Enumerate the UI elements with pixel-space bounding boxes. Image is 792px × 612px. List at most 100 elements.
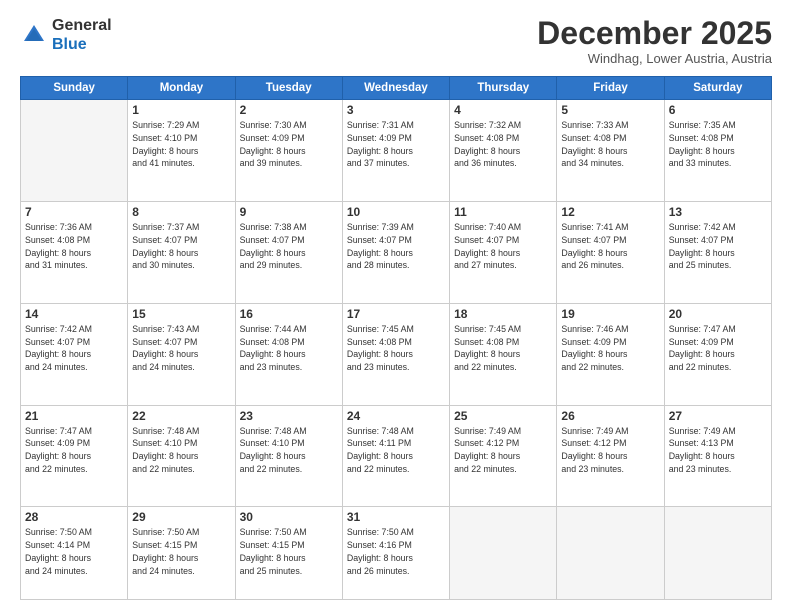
calendar-cell: 14Sunrise: 7:42 AMSunset: 4:07 PMDayligh… xyxy=(21,303,128,405)
day-number: 8 xyxy=(132,205,230,219)
month-title: December 2025 xyxy=(537,16,772,51)
day-info: Sunrise: 7:49 AMSunset: 4:12 PMDaylight:… xyxy=(454,425,552,476)
day-header-sunday: Sunday xyxy=(21,77,128,100)
day-info: Sunrise: 7:48 AMSunset: 4:10 PMDaylight:… xyxy=(132,425,230,476)
calendar-cell: 16Sunrise: 7:44 AMSunset: 4:08 PMDayligh… xyxy=(235,303,342,405)
day-number: 17 xyxy=(347,307,445,321)
day-number: 30 xyxy=(240,510,338,524)
title-block: December 2025 Windhag, Lower Austria, Au… xyxy=(537,16,772,66)
calendar-week-5: 28 Sunrise: 7:50 AMSunset: 4:14 PMDayligh… xyxy=(21,507,772,600)
calendar-cell: 10 Sunrise: 7:39 AMSunset: 4:07 PMDayligh… xyxy=(342,202,449,304)
day-info: Sunrise: 7:47 AMSunset: 4:09 PMDaylight:… xyxy=(25,425,123,476)
day-number: 11 xyxy=(454,205,552,219)
day-info: Sunrise: 7:39 AMSunset: 4:07 PMDaylight:… xyxy=(347,221,445,272)
day-info: Sunrise: 7:40 AMSunset: 4:07 PMDaylight:… xyxy=(454,221,552,272)
calendar-cell: 28 Sunrise: 7:50 AMSunset: 4:14 PMDayligh… xyxy=(21,507,128,600)
day-number: 3 xyxy=(347,103,445,117)
calendar-cell: 15Sunrise: 7:43 AMSunset: 4:07 PMDayligh… xyxy=(128,303,235,405)
logo: General Blue xyxy=(20,16,112,54)
day-info: Sunrise: 7:45 AMSunset: 4:08 PMDaylight:… xyxy=(347,323,445,374)
calendar-cell: 3Sunrise: 7:31 AMSunset: 4:09 PMDaylight… xyxy=(342,100,449,202)
day-info: Sunrise: 7:38 AMSunset: 4:07 PMDaylight:… xyxy=(240,221,338,272)
day-number: 20 xyxy=(669,307,767,321)
day-header-thursday: Thursday xyxy=(450,77,557,100)
day-header-friday: Friday xyxy=(557,77,664,100)
calendar-table: SundayMondayTuesdayWednesdayThursdayFrid… xyxy=(20,76,772,600)
calendar-cell: 18 Sunrise: 7:45 AMSunset: 4:08 PMDayligh… xyxy=(450,303,557,405)
logo-text: General Blue xyxy=(52,16,112,54)
calendar-week-4: 21 Sunrise: 7:47 AMSunset: 4:09 PMDayligh… xyxy=(21,405,772,507)
day-number: 1 xyxy=(132,103,230,117)
day-info: Sunrise: 7:37 AMSunset: 4:07 PMDaylight:… xyxy=(132,221,230,272)
calendar-cell: 12 Sunrise: 7:41 AMSunset: 4:07 PMDayligh… xyxy=(557,202,664,304)
calendar-cell xyxy=(557,507,664,600)
day-info: Sunrise: 7:44 AMSunset: 4:08 PMDaylight:… xyxy=(240,323,338,374)
day-header-row: SundayMondayTuesdayWednesdayThursdayFrid… xyxy=(21,77,772,100)
day-number: 4 xyxy=(454,103,552,117)
calendar-cell: 8 Sunrise: 7:37 AMSunset: 4:07 PMDaylight… xyxy=(128,202,235,304)
calendar-cell: 2 Sunrise: 7:30 AMSunset: 4:09 PMDaylight… xyxy=(235,100,342,202)
day-info: Sunrise: 7:42 AMSunset: 4:07 PMDaylight:… xyxy=(25,323,123,374)
calendar-cell: 23 Sunrise: 7:48 AMSunset: 4:10 PMDayligh… xyxy=(235,405,342,507)
day-number: 19 xyxy=(561,307,659,321)
calendar-cell: 21 Sunrise: 7:47 AMSunset: 4:09 PMDayligh… xyxy=(21,405,128,507)
day-info: Sunrise: 7:47 AMSunset: 4:09 PMDaylight:… xyxy=(669,323,767,374)
calendar-cell: 24Sunrise: 7:48 AMSunset: 4:11 PMDayligh… xyxy=(342,405,449,507)
logo-icon xyxy=(20,21,48,49)
day-number: 6 xyxy=(669,103,767,117)
day-number: 2 xyxy=(240,103,338,117)
day-number: 26 xyxy=(561,409,659,423)
calendar-cell: 19 Sunrise: 7:46 AMSunset: 4:09 PMDayligh… xyxy=(557,303,664,405)
header: General Blue December 2025 Windhag, Lowe… xyxy=(20,16,772,66)
calendar-cell: 1 Sunrise: 7:29 AMSunset: 4:10 PMDaylight… xyxy=(128,100,235,202)
day-info: Sunrise: 7:30 AMSunset: 4:09 PMDaylight:… xyxy=(240,119,338,170)
day-info: Sunrise: 7:33 AMSunset: 4:08 PMDaylight:… xyxy=(561,119,659,170)
calendar-week-1: 1 Sunrise: 7:29 AMSunset: 4:10 PMDaylight… xyxy=(21,100,772,202)
calendar-cell: 26Sunrise: 7:49 AMSunset: 4:12 PMDayligh… xyxy=(557,405,664,507)
day-number: 9 xyxy=(240,205,338,219)
day-info: Sunrise: 7:45 AMSunset: 4:08 PMDaylight:… xyxy=(454,323,552,374)
calendar-cell xyxy=(664,507,771,600)
day-info: Sunrise: 7:36 AMSunset: 4:08 PMDaylight:… xyxy=(25,221,123,272)
calendar-week-3: 14Sunrise: 7:42 AMSunset: 4:07 PMDayligh… xyxy=(21,303,772,405)
calendar-cell: 9 Sunrise: 7:38 AMSunset: 4:07 PMDaylight… xyxy=(235,202,342,304)
day-info: Sunrise: 7:41 AMSunset: 4:07 PMDaylight:… xyxy=(561,221,659,272)
day-number: 25 xyxy=(454,409,552,423)
day-number: 10 xyxy=(347,205,445,219)
day-info: Sunrise: 7:32 AMSunset: 4:08 PMDaylight:… xyxy=(454,119,552,170)
calendar-cell: 31Sunrise: 7:50 AMSunset: 4:16 PMDayligh… xyxy=(342,507,449,600)
calendar-cell: 30Sunrise: 7:50 AMSunset: 4:15 PMDayligh… xyxy=(235,507,342,600)
day-number: 18 xyxy=(454,307,552,321)
day-number: 5 xyxy=(561,103,659,117)
day-info: Sunrise: 7:46 AMSunset: 4:09 PMDaylight:… xyxy=(561,323,659,374)
day-info: Sunrise: 7:49 AMSunset: 4:13 PMDaylight:… xyxy=(669,425,767,476)
logo-blue-text: Blue xyxy=(52,36,87,53)
calendar-cell: 11 Sunrise: 7:40 AMSunset: 4:07 PMDayligh… xyxy=(450,202,557,304)
day-info: Sunrise: 7:29 AMSunset: 4:10 PMDaylight:… xyxy=(132,119,230,170)
calendar-cell: 5 Sunrise: 7:33 AMSunset: 4:08 PMDaylight… xyxy=(557,100,664,202)
day-header-tuesday: Tuesday xyxy=(235,77,342,100)
day-header-wednesday: Wednesday xyxy=(342,77,449,100)
day-info: Sunrise: 7:50 AMSunset: 4:14 PMDaylight:… xyxy=(25,526,123,577)
day-info: Sunrise: 7:42 AMSunset: 4:07 PMDaylight:… xyxy=(669,221,767,272)
day-number: 31 xyxy=(347,510,445,524)
calendar-cell xyxy=(450,507,557,600)
day-number: 27 xyxy=(669,409,767,423)
day-number: 23 xyxy=(240,409,338,423)
logo-general-text: General xyxy=(52,17,112,34)
day-number: 21 xyxy=(25,409,123,423)
calendar-cell: 17 Sunrise: 7:45 AMSunset: 4:08 PMDayligh… xyxy=(342,303,449,405)
day-info: Sunrise: 7:48 AMSunset: 4:10 PMDaylight:… xyxy=(240,425,338,476)
calendar-cell: 4 Sunrise: 7:32 AMSunset: 4:08 PMDaylight… xyxy=(450,100,557,202)
day-header-saturday: Saturday xyxy=(664,77,771,100)
day-number: 7 xyxy=(25,205,123,219)
calendar-cell: 6Sunrise: 7:35 AMSunset: 4:08 PMDaylight… xyxy=(664,100,771,202)
day-info: Sunrise: 7:50 AMSunset: 4:15 PMDaylight:… xyxy=(132,526,230,577)
day-info: Sunrise: 7:48 AMSunset: 4:11 PMDaylight:… xyxy=(347,425,445,476)
day-number: 28 xyxy=(25,510,123,524)
day-number: 12 xyxy=(561,205,659,219)
calendar-cell: 7 Sunrise: 7:36 AMSunset: 4:08 PMDaylight… xyxy=(21,202,128,304)
calendar-cell: 25 Sunrise: 7:49 AMSunset: 4:12 PMDayligh… xyxy=(450,405,557,507)
day-number: 29 xyxy=(132,510,230,524)
calendar-cell xyxy=(21,100,128,202)
